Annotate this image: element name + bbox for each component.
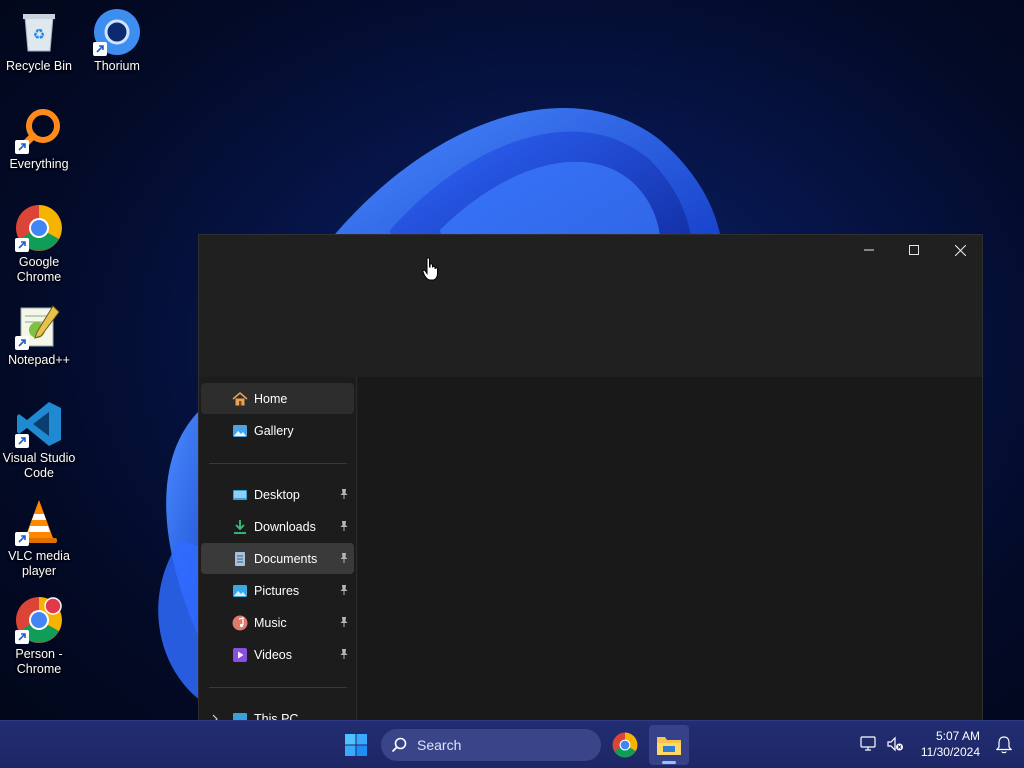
pin-icon (340, 521, 348, 531)
nav-item-label: Gallery (254, 423, 294, 438)
desktop-icon-visual-studio-code[interactable]: Visual Studio Code (0, 400, 78, 481)
nav-item-home[interactable]: Home (201, 383, 354, 414)
desktop-icon-everything[interactable]: Everything (0, 106, 78, 172)
desktop-icon-label: Person - Chrome (15, 647, 63, 676)
hand-cursor-icon (422, 257, 438, 281)
pin-icon (340, 553, 348, 563)
file-explorer-icon (657, 737, 681, 755)
vscode-icon (15, 400, 63, 448)
everything-icon (15, 106, 63, 154)
shortcut-arrow-icon (15, 532, 29, 546)
nav-separator (209, 687, 347, 688)
chrome-icon (15, 204, 63, 252)
nav-item-label: Downloads (254, 519, 316, 534)
taskbar-file-explorer-button[interactable] (649, 725, 689, 765)
shortcut-arrow-icon (15, 336, 29, 350)
chrome-icon (612, 732, 638, 758)
nav-item-label: Documents (254, 551, 318, 566)
windows-logo-icon (345, 734, 367, 756)
search-icon (391, 737, 407, 753)
notepad-plus-plus-icon (15, 302, 63, 350)
tray-volume-muted-icon[interactable] (886, 736, 904, 757)
music-icon (232, 615, 248, 631)
desktop-icon-recycle-bin[interactable]: ♻ Recycle Bin (0, 8, 78, 74)
videos-icon (232, 647, 248, 663)
nav-item-documents[interactable]: Documents (201, 543, 354, 574)
minimize-icon (864, 249, 874, 251)
tray-network-icon[interactable] (860, 736, 878, 757)
shortcut-arrow-icon (15, 630, 29, 644)
clock-date: 11/30/2024 (920, 745, 980, 759)
desktop-icon-label: Recycle Bin (6, 59, 72, 73)
nav-item-pictures[interactable]: Pictures (201, 575, 354, 606)
nav-item-label: Music (254, 615, 287, 630)
nav-item-desktop[interactable]: Desktop (201, 479, 354, 510)
desktop-icon-label: VLC media player (8, 549, 70, 578)
desktop-icon-notepad-plus-plus[interactable]: Notepad++ (0, 302, 78, 368)
nav-item-label: Home (254, 391, 288, 406)
desktop-icon-person-chrome[interactable]: Person - Chrome (0, 596, 78, 677)
shortcut-arrow-icon (15, 238, 29, 252)
minimize-button[interactable] (846, 235, 892, 265)
gallery-icon (232, 423, 248, 439)
shortcut-arrow-icon (93, 42, 107, 56)
start-button[interactable] (336, 725, 376, 765)
desktop-icon-label: Google Chrome (16, 255, 62, 284)
pin-icon (340, 649, 348, 659)
file-list-pane[interactable] (358, 377, 982, 723)
taskbar-clock[interactable]: 5:07 AM 11/30/2024 (921, 728, 980, 760)
desktop-icon-label: Notepad++ (8, 353, 70, 367)
nav-separator (209, 463, 347, 464)
desktop-folder-icon (232, 487, 248, 503)
thorium-icon (93, 8, 141, 56)
shortcut-arrow-icon (15, 140, 29, 154)
pin-icon (340, 585, 348, 595)
svg-text:♻: ♻ (33, 26, 46, 42)
pictures-icon (232, 583, 248, 599)
search-label: Search (417, 737, 462, 753)
maximize-button[interactable] (891, 235, 937, 265)
desktop-icon-label: Visual Studio Code (2, 451, 76, 480)
desktop-icon-thorium[interactable]: Thorium (78, 8, 156, 74)
taskbar: Search 5:07 AM 11/30/2024 (0, 720, 1024, 768)
close-icon (954, 244, 966, 256)
nav-item-label: Pictures (254, 583, 300, 598)
desktop-icon-vlc[interactable]: VLC media player (0, 498, 78, 579)
clock-time: 5:07 AM (935, 729, 980, 743)
shortcut-arrow-icon (15, 434, 29, 448)
nav-item-downloads[interactable]: Downloads (201, 511, 354, 542)
nav-item-music[interactable]: Music (201, 607, 354, 638)
vlc-icon (15, 498, 63, 546)
nav-item-label: Desktop (254, 487, 300, 502)
downloads-icon (232, 519, 248, 535)
notification-bell-icon[interactable] (995, 736, 1013, 759)
desktop-icon-google-chrome[interactable]: Google Chrome (0, 204, 78, 285)
desktop-icon-label: Thorium (94, 59, 140, 73)
desktop-icon-label: Everything (9, 157, 69, 171)
pin-icon (340, 617, 348, 627)
title-bar[interactable] (199, 235, 982, 377)
home-icon (232, 391, 248, 407)
nav-item-videos[interactable]: Videos (201, 639, 354, 670)
chrome-profile-icon (15, 596, 63, 644)
taskbar-search-box[interactable]: Search (381, 729, 601, 761)
taskbar-chrome-button[interactable] (605, 725, 645, 765)
documents-icon (232, 551, 248, 567)
nav-item-label: Videos (254, 647, 292, 662)
file-explorer-window[interactable]: Home Gallery Desktop Downloads Documents… (198, 234, 983, 724)
nav-item-gallery[interactable]: Gallery (201, 415, 354, 446)
pin-icon (340, 489, 348, 499)
active-indicator (662, 761, 676, 764)
maximize-icon (909, 245, 919, 255)
close-button[interactable] (937, 235, 982, 265)
recycle-bin-icon: ♻ (15, 8, 63, 56)
navigation-pane[interactable]: Home Gallery Desktop Downloads Documents… (199, 377, 357, 723)
